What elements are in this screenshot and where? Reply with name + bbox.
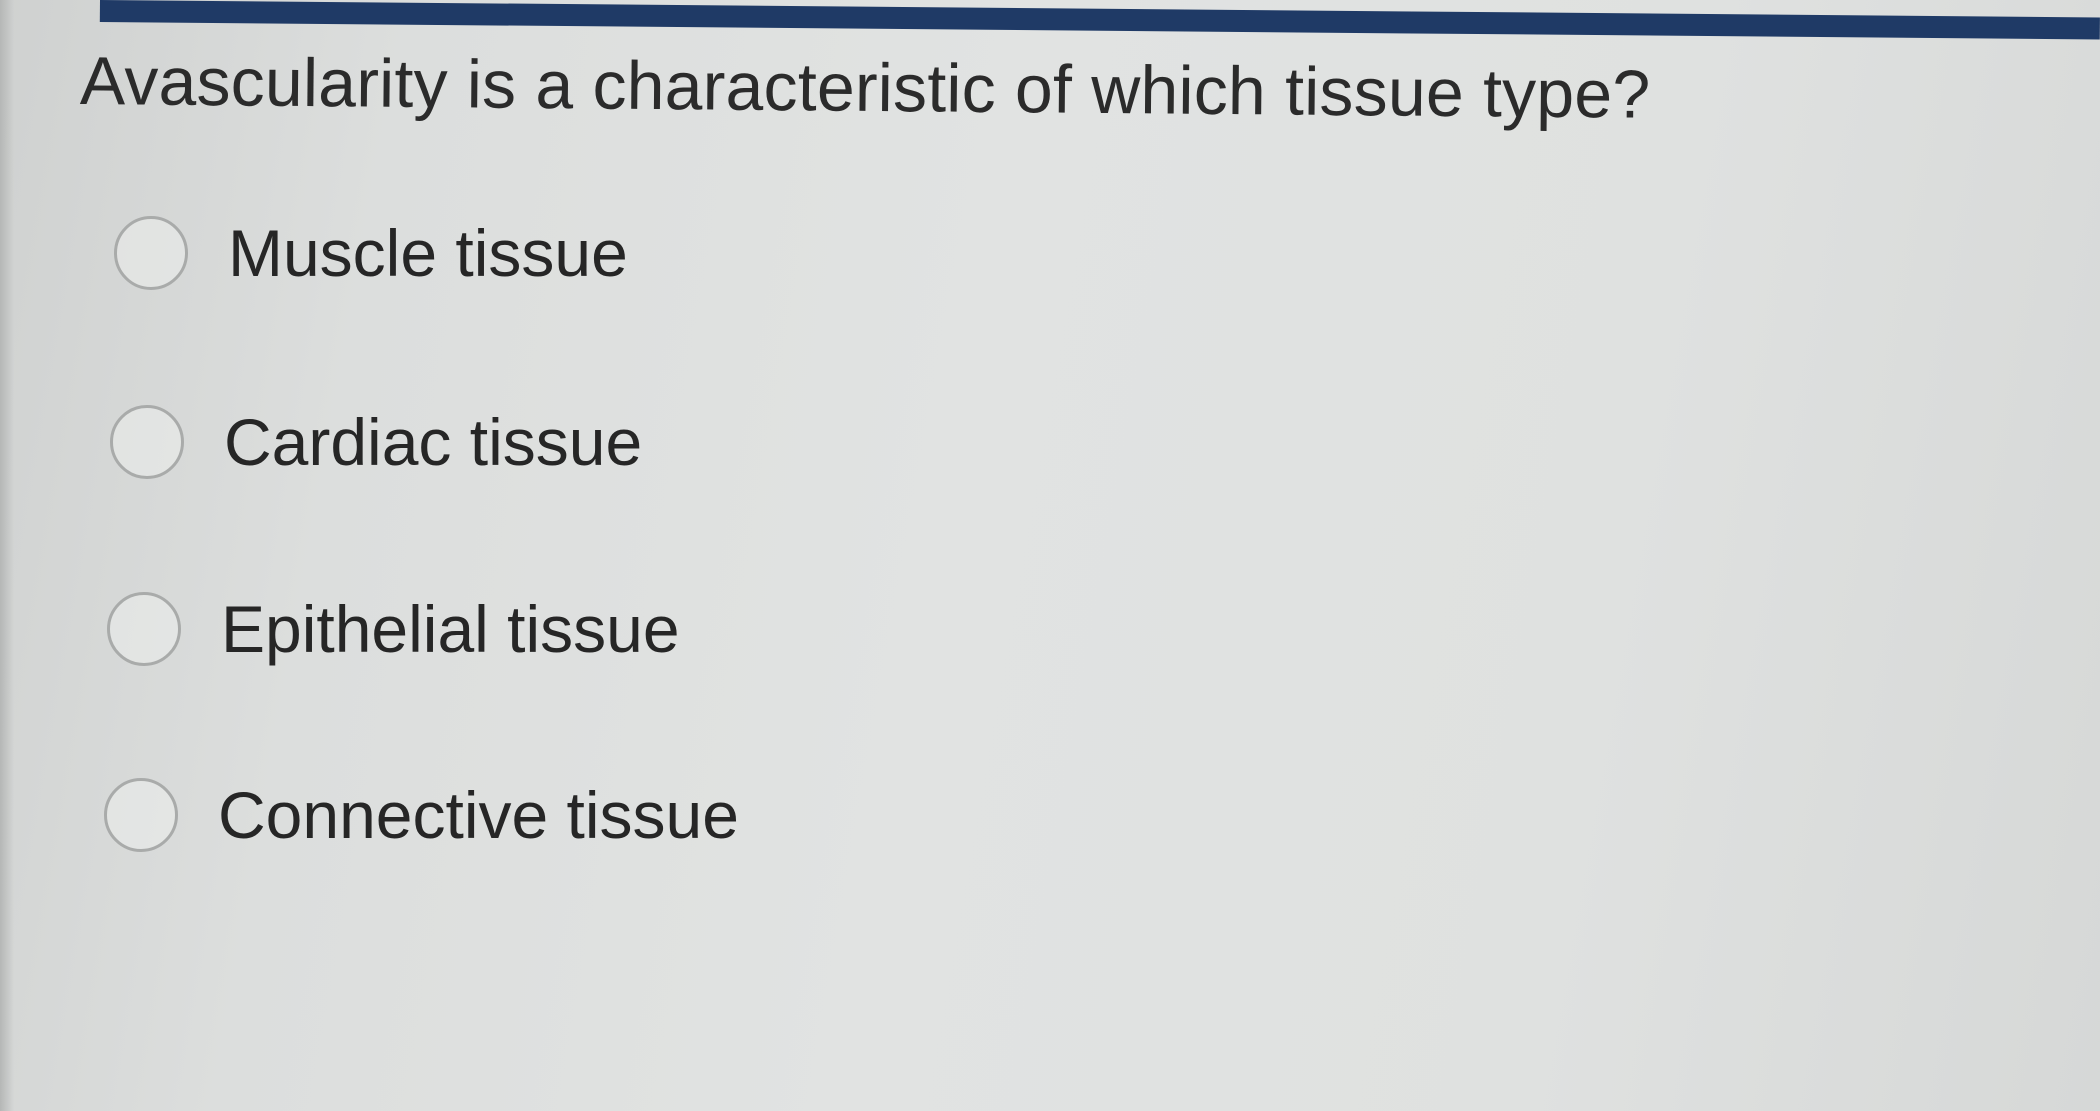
answer-option-cardiac-tissue[interactable]: Cardiac tissue xyxy=(110,404,642,480)
radio-button-icon[interactable] xyxy=(104,778,178,852)
question-text: Avascularity is a characteristic of whic… xyxy=(79,43,1651,133)
question-card: Avascularity is a characteristic of whic… xyxy=(0,0,2100,1111)
radio-button-icon[interactable] xyxy=(107,592,181,666)
answer-option-epithelial-tissue[interactable]: Epithelial tissue xyxy=(107,591,680,667)
answer-option-muscle-tissue[interactable]: Muscle tissue xyxy=(114,215,628,291)
answer-option-connective-tissue[interactable]: Connective tissue xyxy=(104,777,739,853)
answer-option-label: Connective tissue xyxy=(218,778,739,852)
radio-button-icon[interactable] xyxy=(114,216,188,290)
radio-button-icon[interactable] xyxy=(110,405,184,479)
answer-option-label: Muscle tissue xyxy=(228,216,628,290)
answer-option-label: Cardiac tissue xyxy=(224,405,643,479)
answer-option-label: Epithelial tissue xyxy=(221,592,680,666)
